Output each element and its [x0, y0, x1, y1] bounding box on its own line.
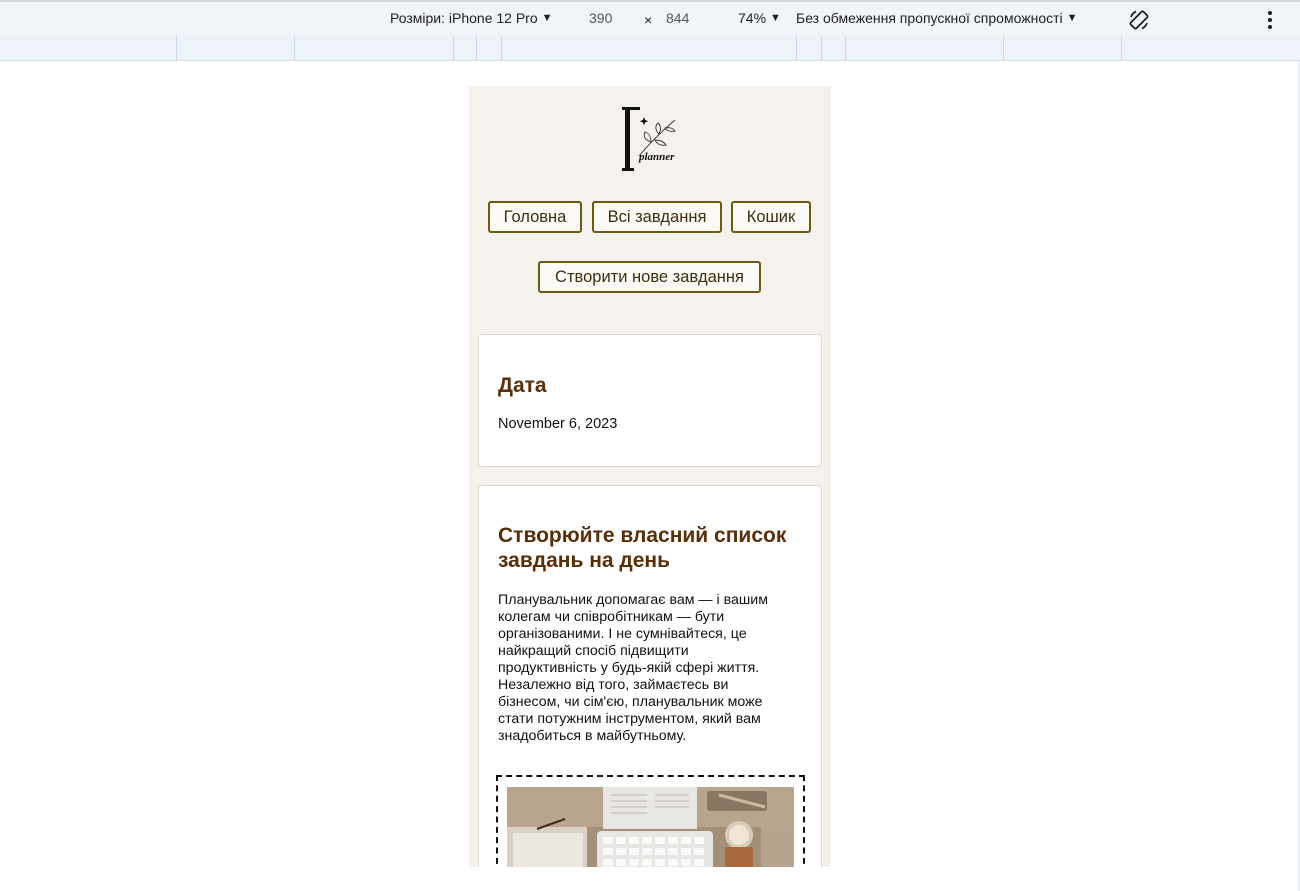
height-input[interactable]: 844 — [666, 10, 689, 26]
device-dimensions-select[interactable]: Розміри: iPhone 12 Pro ▼ — [390, 10, 553, 26]
nav-cart-button[interactable]: Кошик — [731, 201, 811, 233]
times-sign: × — [644, 12, 653, 28]
rotate-icon[interactable] — [1127, 8, 1151, 32]
nav-all-tasks-button[interactable]: Всі завдання — [592, 201, 722, 233]
create-task-button[interactable]: Створити нове завдання — [538, 261, 761, 293]
zoom-label: 74% — [738, 10, 767, 26]
intro-card-title: Створюйте власний список завдань на день — [498, 524, 787, 572]
chevron-down-icon: ▼ — [770, 12, 781, 24]
devtools-device-toolbar: Розміри: iPhone 12 Pro ▼ 390 × 844 74% ▼… — [0, 0, 1300, 36]
media-query-ruler — [0, 36, 1300, 61]
logo-text: planner — [638, 151, 675, 163]
intro-card: Створюйте власний список завдань на день… — [478, 485, 822, 867]
date-card-title: Дата — [498, 374, 547, 397]
date-card: Дата November 6, 2023 — [478, 334, 822, 467]
width-input[interactable]: 390 — [589, 10, 612, 26]
zoom-select[interactable]: 74% ▼ — [738, 10, 781, 26]
chevron-down-icon: ▼ — [1066, 12, 1078, 24]
nav-home-button[interactable]: Головна — [488, 201, 582, 233]
dimensions-label: Розміри: iPhone 12 Pro — [390, 10, 538, 26]
device-viewport: planner Головна Всі завдання Кошик Створ… — [469, 86, 831, 867]
workspace-photo — [507, 787, 794, 867]
more-vert-icon[interactable] — [1260, 10, 1280, 30]
chevron-down-icon: ▼ — [541, 12, 553, 24]
date-value: November 6, 2023 — [498, 416, 618, 432]
throttling-label: Без обмеження пропускної спроможності — [796, 10, 1063, 26]
throttling-select[interactable]: Без обмеження пропускної спроможності ▼ — [796, 10, 1078, 26]
planner-logo[interactable]: planner — [619, 104, 683, 176]
intro-card-body: Планувальник допомагає вам — і вашим кол… — [498, 592, 768, 744]
image-frame — [496, 775, 805, 867]
